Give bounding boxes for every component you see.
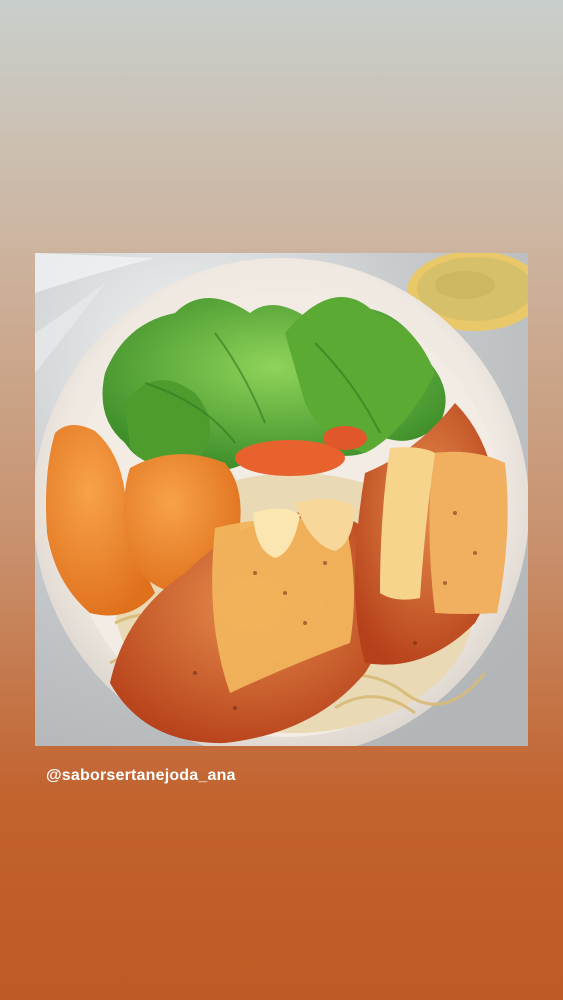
food-photo-illustration [35, 253, 528, 746]
food-photo [35, 253, 528, 746]
story-canvas: @saborsertanejoda_ana [0, 0, 563, 1000]
caption-handle[interactable]: @saborsertanejoda_ana [46, 767, 236, 785]
